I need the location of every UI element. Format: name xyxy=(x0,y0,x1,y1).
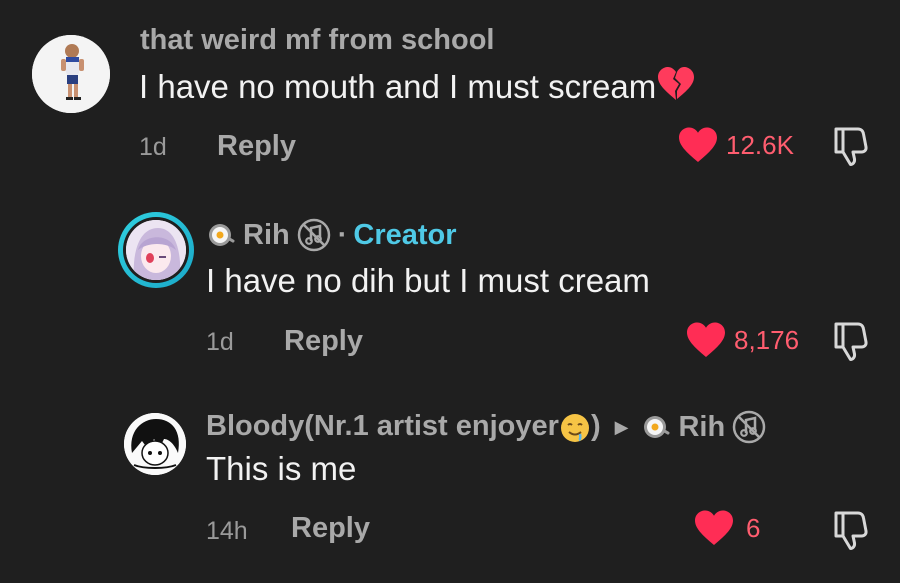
no-music-icon xyxy=(297,218,330,252)
comment-age: 1d xyxy=(206,328,234,356)
comment-text: I have no mouth and I must scream xyxy=(139,66,696,106)
heart-icon xyxy=(695,510,733,545)
like-count: 12.6K xyxy=(726,129,794,160)
dislike-icon[interactable] xyxy=(830,509,870,551)
username[interactable]: Rih xyxy=(243,219,290,252)
reply-button[interactable]: Reply xyxy=(284,325,363,358)
frying-pan-egg-icon xyxy=(644,416,670,438)
heart-icon xyxy=(679,127,717,162)
username[interactable]: Bloody(Nr.1 artist enjoyer ) xyxy=(206,410,601,443)
no-music-icon xyxy=(732,410,766,444)
comment-age: 14h xyxy=(206,517,248,545)
separator-dot: · xyxy=(337,218,348,251)
avatar[interactable] xyxy=(124,413,186,475)
creator-badge: Creator xyxy=(353,218,457,251)
avatar[interactable] xyxy=(32,35,110,113)
username-row: Rih · Creator xyxy=(207,217,457,253)
reply-to-arrow-icon: ▶ xyxy=(614,416,629,437)
dislike-icon[interactable] xyxy=(830,320,870,362)
like-button[interactable]: 12.6K xyxy=(678,127,794,163)
username-row: Bloody(Nr.1 artist enjoyer ) ▶ Rih xyxy=(206,409,767,445)
heart-icon xyxy=(687,322,725,357)
like-count: 8,176 xyxy=(734,324,800,355)
drooling-face-icon xyxy=(560,413,589,442)
broken-heart-icon xyxy=(658,67,695,100)
frying-pan-egg-icon xyxy=(209,224,235,246)
like-button[interactable]: 6 xyxy=(694,510,760,546)
reply-button[interactable]: Reply xyxy=(291,512,370,545)
comment-thread: that weird mf from school I have no mout… xyxy=(0,0,900,583)
comment-age: 1d xyxy=(139,133,167,161)
reply-button[interactable]: Reply xyxy=(217,130,296,163)
dislike-icon[interactable] xyxy=(830,125,870,167)
comment-text: This is me xyxy=(206,450,357,487)
like-count: 6 xyxy=(746,512,761,543)
reply-to-username[interactable]: Rih xyxy=(678,411,725,444)
like-button[interactable]: 8,176 xyxy=(686,322,799,358)
comment-text: I have no dih but I must cream xyxy=(206,262,650,299)
username[interactable]: that weird mf from school xyxy=(140,24,494,57)
creator-avatar[interactable] xyxy=(118,212,194,288)
